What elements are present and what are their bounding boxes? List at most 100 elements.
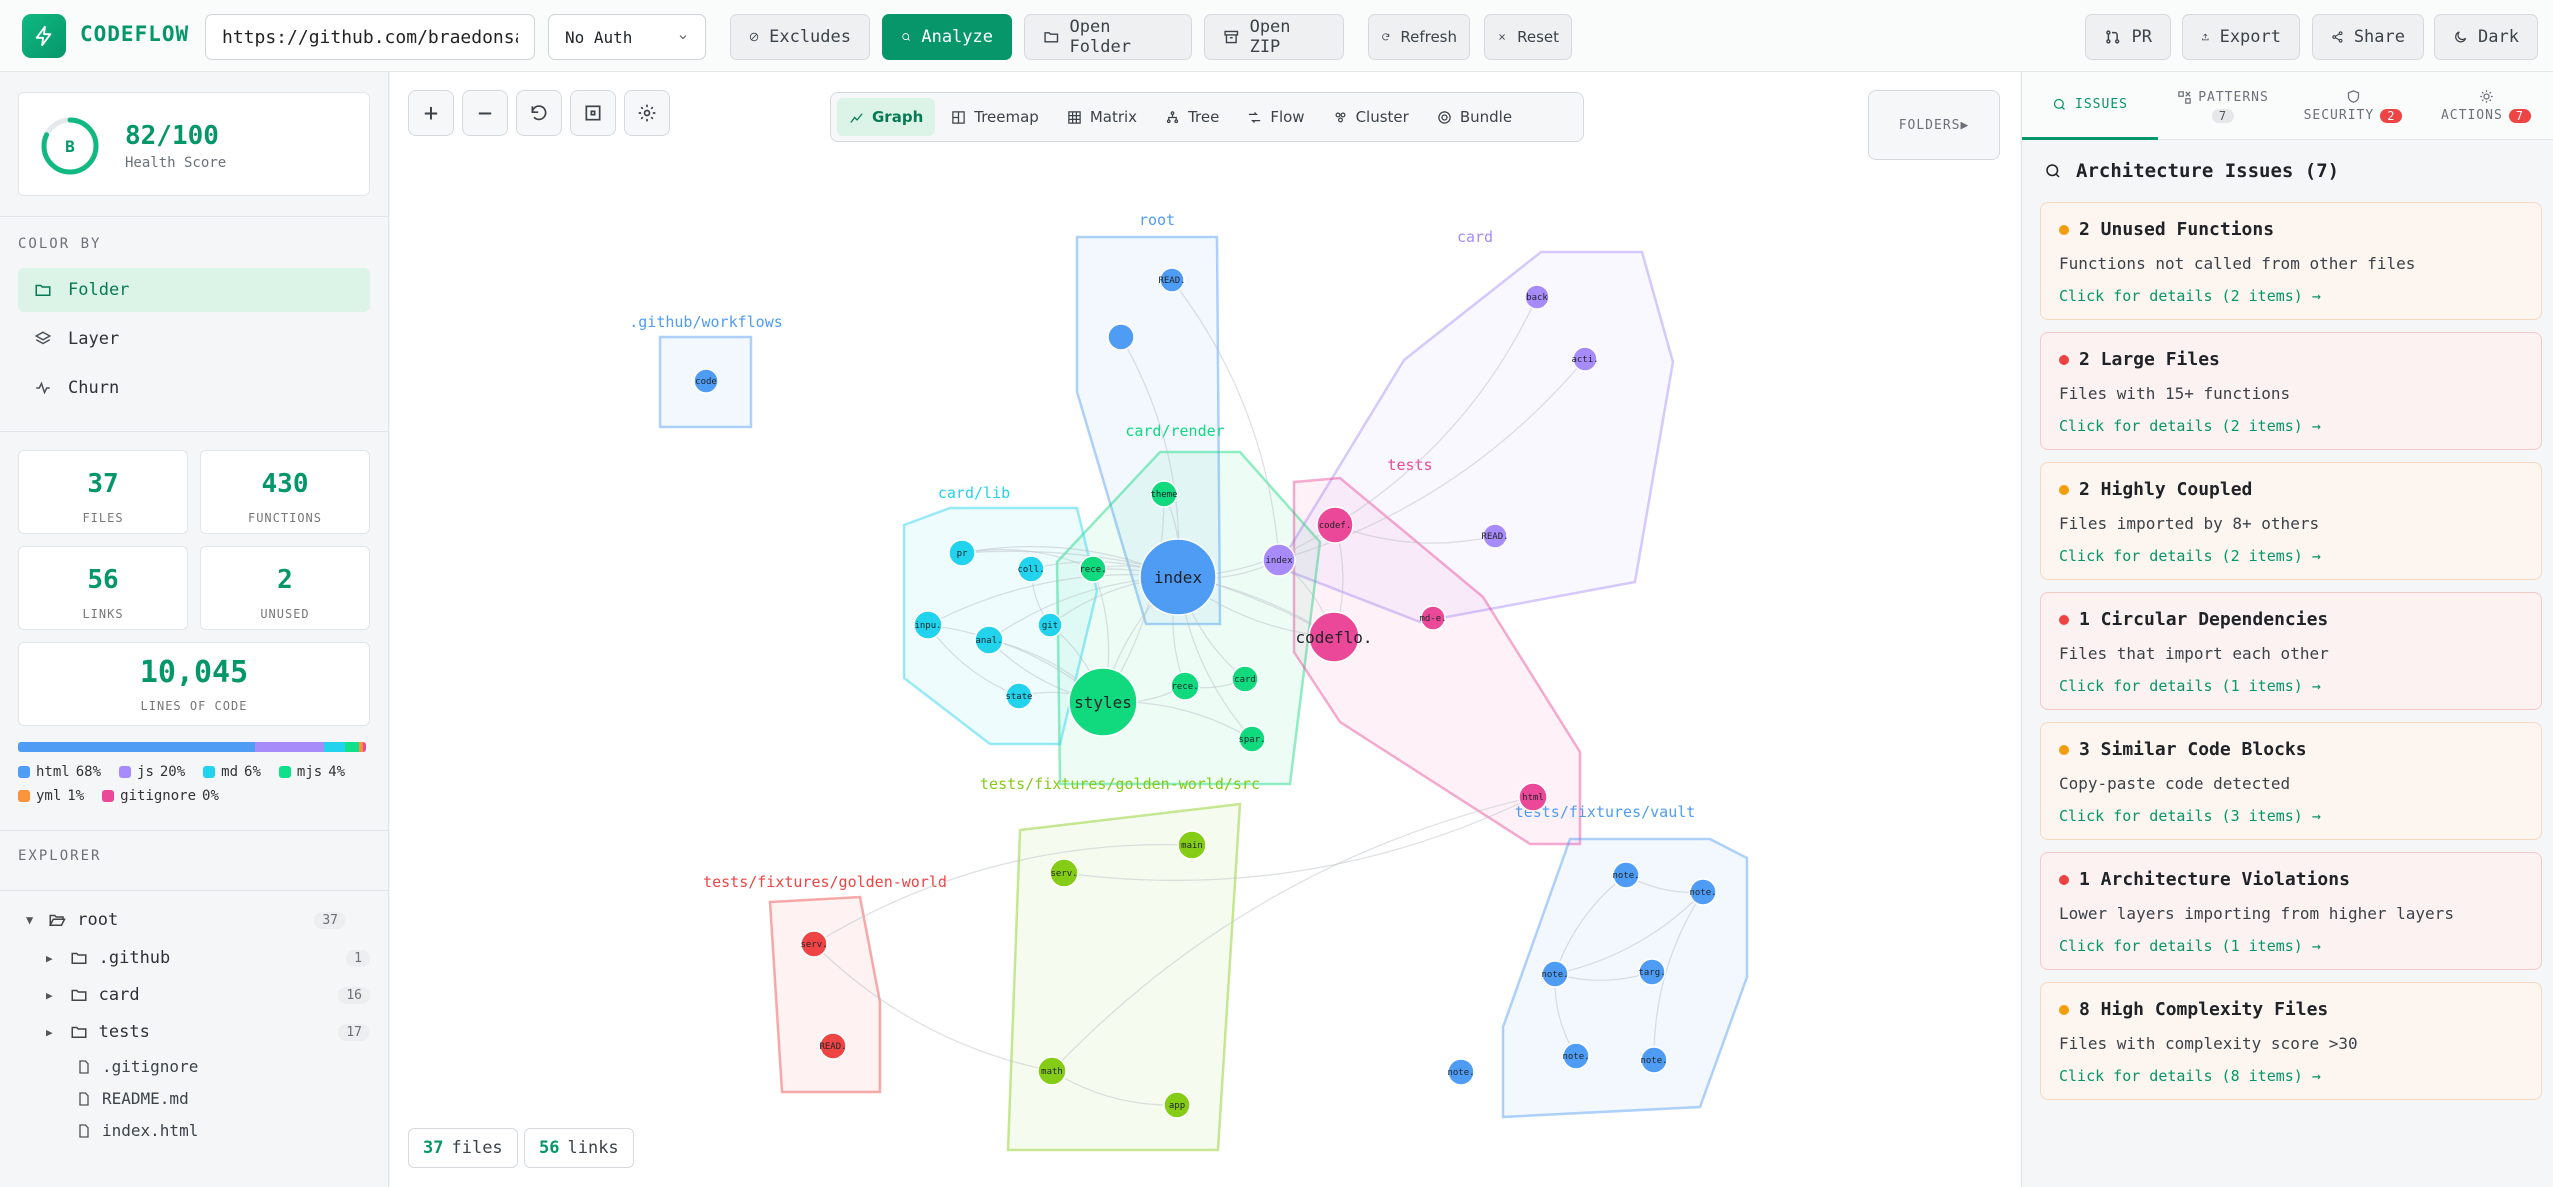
node-label[interactable]: codef. xyxy=(1319,521,1352,531)
flow-icon xyxy=(1249,111,1261,123)
tree-root[interactable]: ▼ root 37 xyxy=(26,910,370,930)
node-label[interactable]: styles xyxy=(1074,693,1132,712)
node-label[interactable]: rece. xyxy=(1079,565,1106,575)
pr-label: PR xyxy=(2131,27,2152,47)
tab-tree[interactable]: Tree xyxy=(1153,98,1231,136)
tab-bundle[interactable]: Bundle xyxy=(1425,98,1524,136)
open-zip-label: Open ZIP xyxy=(1249,17,1291,57)
node-label[interactable]: note. xyxy=(1612,871,1639,881)
node-label[interactable]: acti. xyxy=(1571,355,1598,365)
tab-cluster[interactable]: Cluster xyxy=(1321,98,1421,136)
node-label[interactable]: anal. xyxy=(975,636,1002,646)
node-label[interactable]: READ. xyxy=(1158,276,1185,286)
color-by-churn[interactable]: Churn xyxy=(18,366,370,410)
tab-actions[interactable]: ACTIONS 7 xyxy=(2418,72,2553,140)
issue-details-link[interactable]: Click for details (3 items) → xyxy=(2059,807,2523,825)
node-label[interactable]: coll. xyxy=(1017,565,1044,575)
issue-card[interactable]: 2 Unused Functions Functions not called f… xyxy=(2040,202,2542,320)
node-label[interactable]: note. xyxy=(1447,1068,1474,1078)
node-label[interactable]: READ. xyxy=(1481,532,1508,542)
node-label[interactable]: git xyxy=(1042,621,1058,631)
issue-details-link[interactable]: Click for details (8 items) → xyxy=(2059,1067,2523,1085)
tree-file-gitignore[interactable]: .gitignore xyxy=(76,1057,198,1076)
analyze-button[interactable]: Analyze xyxy=(882,14,1012,60)
tab-issues[interactable]: ISSUES xyxy=(2022,72,2158,140)
node-label[interactable]: back xyxy=(1526,293,1548,303)
tree-folder-github[interactable]: ▶ .github 1 xyxy=(46,948,370,968)
zoom-out-button[interactable]: − xyxy=(462,90,508,136)
tree-file-index[interactable]: index.html xyxy=(76,1121,198,1140)
export-button[interactable]: Export xyxy=(2182,14,2300,60)
repo-url-input[interactable] xyxy=(205,14,535,60)
issue-card[interactable]: 1 Circular Dependencies Files that import… xyxy=(2040,592,2542,710)
issue-card[interactable]: 1 Architecture Violations Lower layers im… xyxy=(2040,852,2542,970)
issue-card[interactable]: 3 Similar Code Blocks Copy-paste code det… xyxy=(2040,722,2542,840)
node-label[interactable]: app xyxy=(1169,1101,1185,1111)
tab-matrix[interactable]: Matrix xyxy=(1055,98,1149,136)
color-by-layer[interactable]: Layer xyxy=(18,317,370,361)
tab-treemap[interactable]: Treemap xyxy=(939,98,1051,136)
tab-security[interactable]: SECURITY 2 xyxy=(2288,72,2418,140)
folders-toggle[interactable]: FOLDERS▶ xyxy=(1868,90,2000,160)
folder-icon xyxy=(35,284,51,296)
auth-select[interactable]: No Auth xyxy=(548,14,706,60)
theme-label: Dark xyxy=(2478,27,2519,47)
node-label[interactable]: note. xyxy=(1541,970,1568,980)
issue-card[interactable]: 2 Highly Coupled Files imported by 8+ oth… xyxy=(2040,462,2542,580)
graph-canvas[interactable]: .github/workflows root card card/render card… xyxy=(390,72,2020,1187)
node-label[interactable]: html xyxy=(1522,793,1544,803)
node-label[interactable]: card xyxy=(1234,675,1256,685)
node-label[interactable]: theme xyxy=(1150,490,1177,500)
fit-view-button[interactable] xyxy=(570,90,616,136)
tree-folder-label: card xyxy=(98,985,140,1005)
node-label[interactable]: serv. xyxy=(1050,869,1077,879)
share-button[interactable]: Share xyxy=(2312,14,2424,60)
node-label[interactable]: note. xyxy=(1562,1052,1589,1062)
settings-button[interactable] xyxy=(624,90,670,136)
node-label[interactable]: note. xyxy=(1640,1056,1667,1066)
node-label[interactable]: code xyxy=(695,377,717,387)
node-label[interactable]: spar. xyxy=(1238,735,1265,745)
node-label[interactable]: inpu. xyxy=(914,621,941,631)
dependency-graph[interactable]: .github/workflows root card card/render card… xyxy=(390,72,2020,1187)
issue-details-link[interactable]: Click for details (1 items) → xyxy=(2059,677,2523,695)
tree-file-readme[interactable]: README.md xyxy=(76,1089,189,1108)
reset-view-button[interactable] xyxy=(516,90,562,136)
reset-label: Reset xyxy=(1517,28,1559,46)
issue-details-link[interactable]: Click for details (2 items) → xyxy=(2059,287,2523,305)
node-label[interactable]: md-e. xyxy=(1419,614,1446,624)
tab-graph[interactable]: Graph xyxy=(837,98,936,136)
tree-folder-card[interactable]: ▶ card 16 xyxy=(46,985,370,1005)
node-label[interactable]: state xyxy=(1005,692,1032,702)
node-label[interactable]: targ. xyxy=(1638,968,1665,978)
refresh-button[interactable]: Refresh xyxy=(1368,14,1470,60)
node-label[interactable]: pr xyxy=(957,549,968,559)
node-label[interactable]: codeflo. xyxy=(1295,628,1372,647)
reset-button[interactable]: Reset xyxy=(1484,14,1572,60)
zoom-in-button[interactable]: + xyxy=(408,90,454,136)
node-label[interactable]: serv. xyxy=(800,940,827,950)
open-zip-button[interactable]: Open ZIP xyxy=(1204,14,1344,60)
node-label[interactable]: index xyxy=(1265,556,1293,566)
issue-card[interactable]: 8 High Complexity Files Files with comple… xyxy=(2040,982,2542,1100)
issue-card[interactable]: 2 Large Files Files with 15+ functions Cli… xyxy=(2040,332,2542,450)
open-folder-button[interactable]: Open Folder xyxy=(1024,14,1192,60)
tab-flow[interactable]: Flow xyxy=(1235,98,1316,136)
color-by-folder[interactable]: Folder xyxy=(18,268,370,312)
pr-button[interactable]: PR xyxy=(2085,14,2171,60)
node-label[interactable]: index xyxy=(1154,568,1203,587)
excludes-button[interactable]: Excludes xyxy=(730,14,870,60)
issue-details-link[interactable]: Click for details (2 items) → xyxy=(2059,417,2523,435)
node-label[interactable]: main xyxy=(1181,841,1203,851)
theme-toggle-button[interactable]: Dark xyxy=(2434,14,2538,60)
node-label[interactable]: rece. xyxy=(1171,682,1198,692)
node-label[interactable]: note. xyxy=(1689,888,1716,898)
tree-folder-tests[interactable]: ▶ tests 17 xyxy=(46,1022,370,1042)
issue-details-link[interactable]: Click for details (1 items) → xyxy=(2059,937,2523,955)
node-label[interactable]: math xyxy=(1041,1067,1063,1077)
node-file[interactable] xyxy=(1107,323,1135,351)
node-label[interactable]: READ. xyxy=(819,1042,846,1052)
language-bar xyxy=(18,742,366,752)
issue-details-link[interactable]: Click for details (2 items) → xyxy=(2059,547,2523,565)
tab-patterns[interactable]: PATTERNS 7 xyxy=(2158,72,2288,140)
